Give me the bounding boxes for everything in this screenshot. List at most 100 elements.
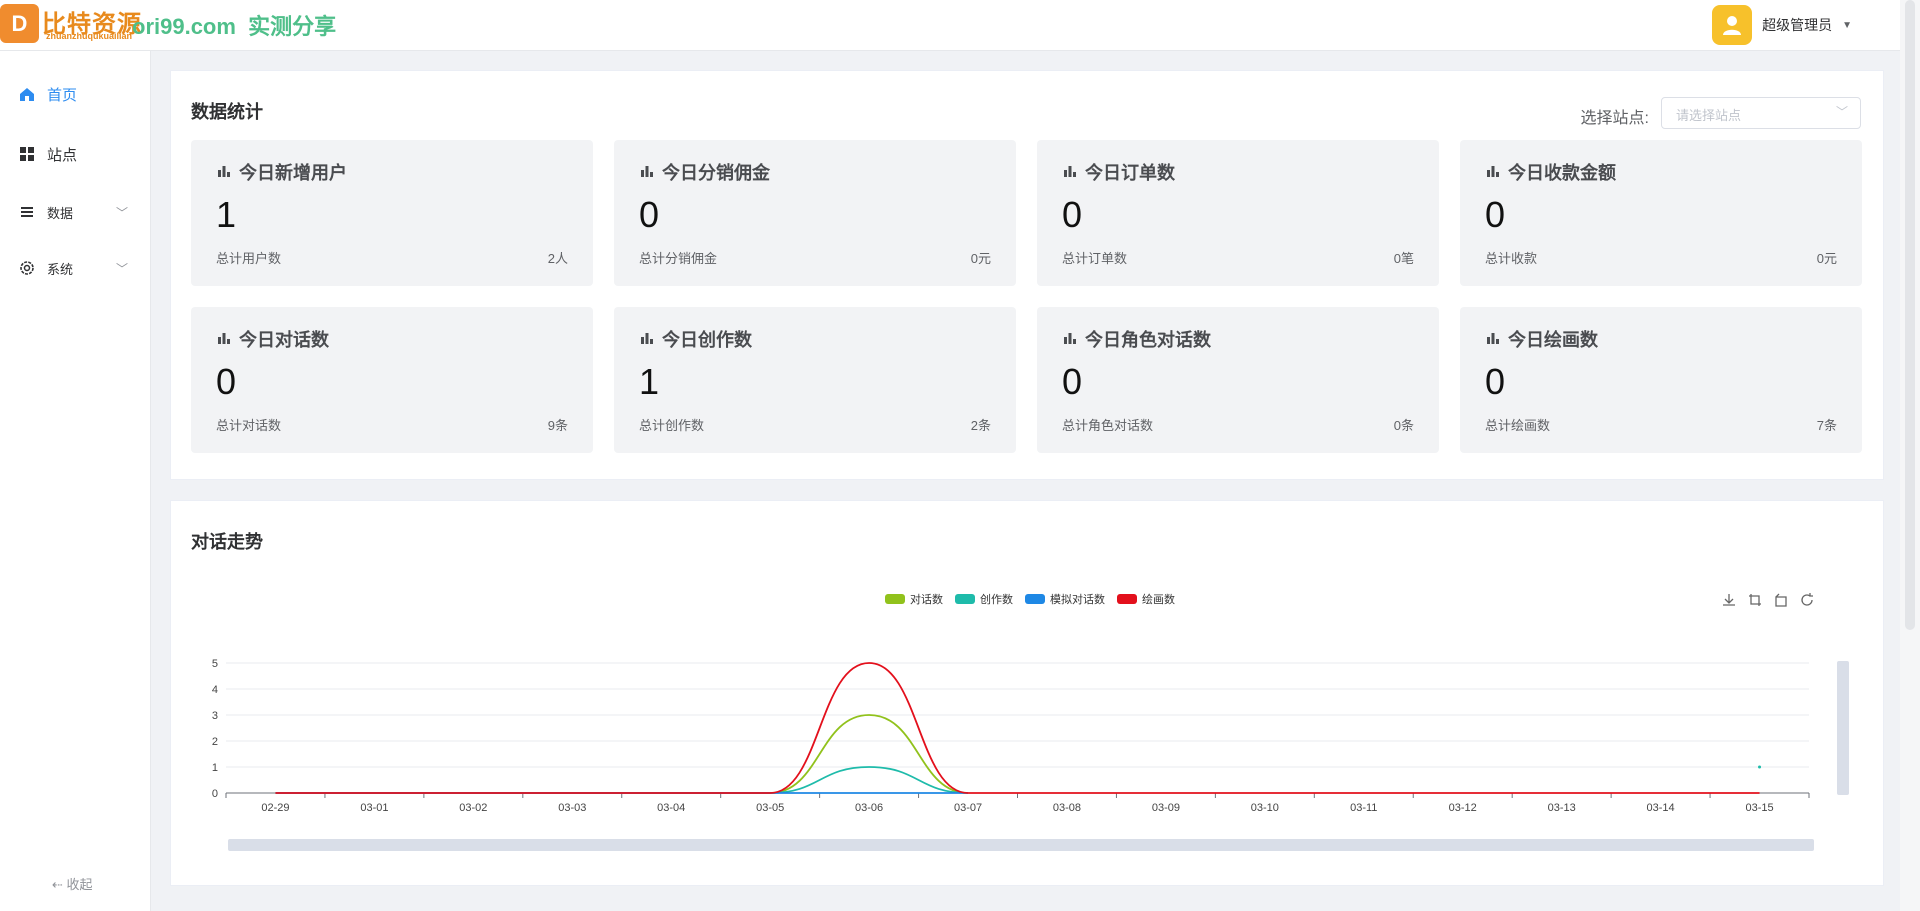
logo-letter: D — [11, 10, 28, 36]
home-icon — [20, 88, 34, 101]
y-tick-label: 1 — [212, 762, 218, 774]
legend-label: 创作数 — [980, 594, 1013, 606]
sidebar-item-label: 首页 — [47, 86, 78, 104]
series-point — [1758, 765, 1762, 769]
series-line — [275, 662, 1760, 794]
bar-chart-icon — [217, 331, 231, 345]
y-tick-label: 2 — [212, 736, 218, 748]
zoom-reset-icon[interactable] — [1773, 592, 1789, 608]
app-logo[interactable]: D — [0, 4, 39, 43]
bar-chart-icon — [1063, 331, 1077, 345]
stat-total-value: 0笔 — [1393, 251, 1414, 266]
sidebar-item-data[interactable]: 数据 ﹀ — [0, 187, 150, 237]
stat-total-label: 总计订单数 — [1062, 251, 1128, 266]
chart-toolbox — [1721, 592, 1815, 608]
sidebar-item-sites[interactable]: 站点 — [0, 129, 150, 179]
stat-value: 1 — [639, 361, 660, 402]
zoom-icon[interactable] — [1747, 592, 1763, 608]
stat-value: 0 — [1062, 361, 1083, 402]
y-tick-label: 4 — [212, 684, 218, 696]
trend-chart[interactable]: 0 1 2 3 4 5 02-29 03-01 03-02 03-03 03-04 03-05 03-0… — [171, 501, 1883, 885]
watermark-tag: 实测分享 — [248, 14, 337, 39]
stat-total-label: 总计绘画数 — [1485, 418, 1551, 433]
watermark-url-text: ori99.com — [132, 14, 236, 39]
stat-value: 0 — [1485, 194, 1506, 235]
sidebar-item-system[interactable]: 系统 ﹀ — [0, 243, 150, 293]
chevron-down-icon[interactable]: ﹀ — [116, 204, 128, 221]
bar-chart-icon — [217, 164, 231, 178]
stat-title: 今日订单数 — [1085, 163, 1175, 183]
sidebar-item-label: 数据 — [47, 205, 74, 221]
sidebar-item-label: 站点 — [47, 146, 78, 164]
legend-swatch — [1117, 594, 1137, 604]
stat-total-value: 0元 — [970, 251, 991, 266]
legend-item[interactable]: 创作数 — [955, 591, 1013, 607]
series-line — [275, 766, 969, 794]
stat-card: 今日绘画数 0 总计绘画数 7条 — [1460, 307, 1862, 453]
refresh-icon[interactable] — [1799, 592, 1815, 608]
stat-total-value: 7条 — [1816, 418, 1837, 433]
sidebar: 首页 站点 数据 ﹀ 系统 ﹀ ⇠ 收起 — [0, 51, 151, 911]
x-tick-label: 03-11 — [1350, 802, 1377, 814]
trend-card: 对话走势 对话数 创作数 模拟对话数 绘画数 0 1 2 3 4 5 02-29 03-01 03-0… — [170, 500, 1884, 886]
chevron-down-icon[interactable]: ▼ — [1842, 20, 1852, 31]
collapse-button[interactable]: ⇠ 收起 — [52, 874, 93, 893]
x-tick-label: 03-12 — [1449, 802, 1477, 814]
x-tick-label: 03-09 — [1152, 802, 1180, 814]
bar-chart-icon — [640, 164, 654, 178]
download-icon[interactable] — [1721, 592, 1737, 608]
x-tick-label: 03-13 — [1548, 802, 1576, 814]
scrollbar-thumb[interactable] — [1905, 0, 1915, 630]
legend-item[interactable]: 对话数 — [885, 591, 943, 607]
stat-card: 今日新增用户 1 总计用户数 2人 — [191, 140, 593, 286]
legend-swatch — [955, 594, 975, 604]
watermark-url: ori99.com 实测分享 — [132, 9, 336, 41]
stat-total-label: 总计对话数 — [216, 418, 282, 433]
watermark-pinyin: zhuanzhuqukuailian — [46, 31, 133, 41]
stat-title: 今日分销佣金 — [662, 163, 770, 183]
stat-title: 今日角色对话数 — [1085, 330, 1211, 350]
page-scrollbar[interactable] — [1900, 0, 1920, 911]
bar-chart-icon — [1486, 164, 1500, 178]
stat-card: 今日角色对话数 0 总计角色对话数 0条 — [1037, 307, 1439, 453]
y-tick-label: 3 — [212, 710, 218, 722]
stat-value: 0 — [1062, 194, 1083, 235]
stat-total-label: 总计用户数 — [216, 251, 282, 266]
x-tick-label: 03-06 — [855, 802, 883, 814]
site-select[interactable]: 请选择站点 ﹀ — [1661, 97, 1861, 129]
top-bar: D 比特资源 ori99.com 实测分享 zhuanzhuqukuailian… — [0, 0, 1900, 51]
stat-title: 今日创作数 — [662, 330, 752, 350]
stat-total-label: 总计角色对话数 — [1062, 418, 1154, 433]
chevron-down-icon[interactable]: ﹀ — [116, 260, 128, 277]
bar-chart-icon — [640, 331, 654, 345]
legend-item[interactable]: 模拟对话数 — [1025, 591, 1105, 607]
bar-chart-icon — [1486, 331, 1500, 345]
stat-card: 今日创作数 1 总计创作数 2条 — [614, 307, 1016, 453]
stat-total-value: 2人 — [547, 251, 568, 266]
legend-item[interactable]: 绘画数 — [1117, 591, 1175, 607]
x-tick-label: 03-07 — [954, 802, 982, 814]
user-menu[interactable]: 超级管理员 ▼ — [1712, 5, 1852, 45]
stat-card: 今日分销佣金 0 总计分销佣金 0元 — [614, 140, 1016, 286]
stats-card: 数据统计 选择站点: 请选择站点 ﹀ 今日新增用户 1 总计用户数 2人 今日分销佣金 0… — [170, 70, 1884, 480]
datazoom-slider — [228, 839, 1814, 851]
datazoom-vertical-slider — [1837, 661, 1849, 795]
stat-value: 0 — [1485, 361, 1506, 402]
stat-title: 今日收款金额 — [1508, 163, 1616, 183]
avatar[interactable] — [1712, 5, 1753, 45]
stat-total-value: 0条 — [1393, 418, 1414, 433]
stat-card: 今日对话数 0 总计对话数 9条 — [191, 307, 593, 453]
collapse-label: 收起 — [66, 877, 93, 892]
gear-icon — [20, 261, 34, 275]
stats-card-title: 数据统计 — [191, 102, 263, 122]
sidebar-item-home[interactable]: 首页 — [0, 69, 150, 119]
site-select-placeholder: 请选择站点 — [1676, 108, 1742, 123]
x-tick-label: 02-29 — [261, 802, 289, 814]
legend-swatch — [1025, 594, 1045, 604]
x-tick-label: 03-05 — [756, 802, 784, 814]
sidebar-item-label: 系统 — [47, 261, 74, 277]
stat-total-label: 总计分销佣金 — [639, 251, 718, 266]
legend-label: 对话数 — [910, 594, 943, 606]
chevron-down-icon: ﹀ — [1835, 105, 1848, 119]
username[interactable]: 超级管理员 — [1762, 15, 1832, 35]
